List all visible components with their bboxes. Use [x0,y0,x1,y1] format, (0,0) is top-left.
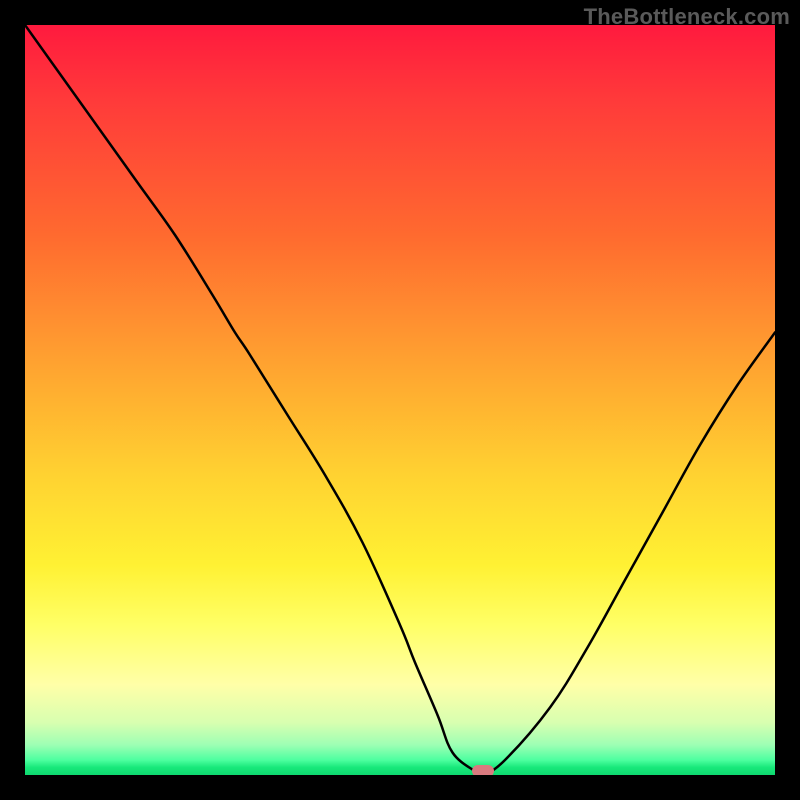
chart-frame: TheBottleneck.com [0,0,800,800]
watermark-text: TheBottleneck.com [584,4,790,30]
optimal-point-marker [472,765,494,775]
bottleneck-curve [25,25,775,775]
plot-area [25,25,775,775]
